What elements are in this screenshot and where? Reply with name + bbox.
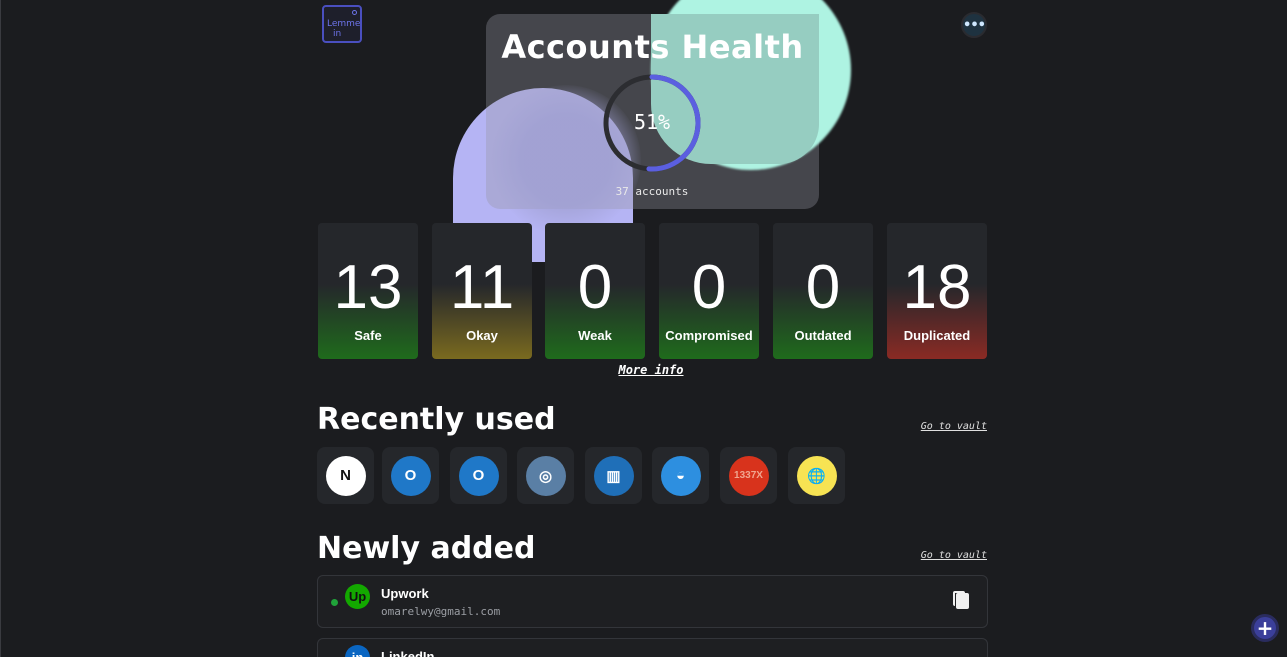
- recent-app-button[interactable]: ▥: [585, 447, 642, 504]
- newly-added-title: Newly added: [317, 531, 536, 566]
- stat-tile-safe[interactable]: 13 Safe: [318, 223, 418, 359]
- trello-icon: ▥: [593, 455, 634, 496]
- stat-value: 13: [333, 253, 403, 322]
- instagram-icon: ◎: [525, 455, 566, 496]
- stat-label: Okay: [466, 328, 498, 343]
- recent-app-button[interactable]: O: [382, 447, 439, 504]
- stat-value: 0: [805, 253, 841, 322]
- stat-value: 18: [902, 253, 972, 322]
- account-name: Upwork: [381, 586, 429, 601]
- linkedin-icon: in: [345, 645, 370, 657]
- stat-label: Compromised: [665, 328, 753, 343]
- stat-tile-outdated[interactable]: 0 Outdated: [773, 223, 873, 359]
- plus-icon: +: [1256, 616, 1274, 640]
- stat-tile-weak[interactable]: 0 Weak: [545, 223, 645, 359]
- app-logo[interactable]: Lemme in: [322, 5, 362, 43]
- stat-tile-compromised[interactable]: 0 Compromised: [659, 223, 759, 359]
- newly-added-vault-link[interactable]: Go to vault: [901, 550, 987, 561]
- outlook-icon: O: [390, 455, 431, 496]
- logo-dot-icon: [352, 10, 357, 15]
- stat-value: 0: [691, 253, 727, 322]
- recent-app-button[interactable]: 1337X: [720, 447, 777, 504]
- health-percent: 51%: [633, 110, 671, 134]
- stat-tile-okay[interactable]: 11 Okay: [432, 223, 532, 359]
- account-entry[interactable]: in LinkedIn: [317, 638, 988, 657]
- status-dot: [331, 599, 338, 606]
- stat-label: Weak: [578, 328, 612, 343]
- logo-text-line1: Lemme: [327, 19, 361, 29]
- page-title: Accounts Health: [501, 28, 804, 66]
- more-info-link[interactable]: More info: [591, 363, 711, 377]
- logo-text-line2: in: [333, 29, 342, 39]
- recent-app-button[interactable]: O: [450, 447, 507, 504]
- stat-tile-duplicated[interactable]: 18 Duplicated: [887, 223, 987, 359]
- stat-label: Duplicated: [903, 328, 971, 343]
- notion-icon: N: [325, 455, 366, 496]
- stat-value: 0: [577, 253, 613, 322]
- globe-reader-icon: 🌐: [796, 455, 837, 496]
- stat-label: Safe: [354, 328, 382, 343]
- recently-used-vault-link[interactable]: Go to vault: [901, 421, 987, 432]
- account-email: omarelwy@gmail.com: [381, 605, 501, 618]
- 1337x-icon: 1337X: [728, 455, 769, 496]
- copy-icon[interactable]: [953, 591, 969, 609]
- add-account-button[interactable]: +: [1251, 614, 1279, 642]
- account-name: LinkedIn: [381, 649, 435, 657]
- more-options-button[interactable]: •••: [961, 12, 987, 38]
- stat-label: Outdated: [794, 328, 852, 343]
- recent-app-button[interactable]: N: [317, 447, 374, 504]
- accounts-count: 37 accounts: [615, 185, 689, 198]
- stat-value: 11: [449, 253, 515, 322]
- upwork-icon: Up: [345, 584, 370, 609]
- recent-app-button[interactable]: ◎: [517, 447, 574, 504]
- recent-app-button[interactable]: 🌐: [788, 447, 845, 504]
- docker-icon: ◒: [660, 455, 701, 496]
- ellipsis-icon: •••: [963, 17, 986, 33]
- recently-used-title: Recently used: [317, 402, 556, 437]
- recent-app-button[interactable]: ◒: [652, 447, 709, 504]
- outlook-icon: O: [458, 455, 499, 496]
- account-entry[interactable]: Up Upwork omarelwy@gmail.com: [317, 575, 988, 628]
